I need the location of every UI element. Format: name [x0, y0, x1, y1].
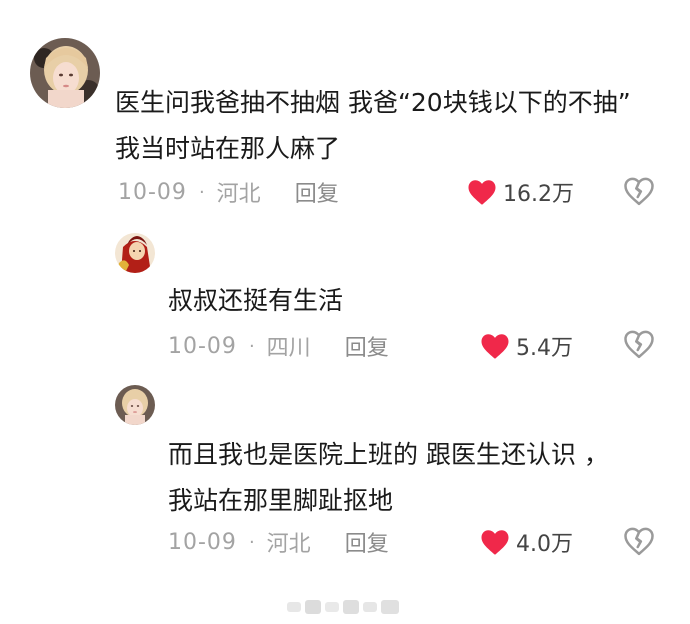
meta-separator: · — [198, 181, 205, 203]
comment-text: 叔叔还挺有生活 — [168, 286, 344, 315]
comment-location: 河北 — [216, 182, 261, 207]
like-button[interactable]: 16.2万 — [467, 175, 574, 209]
like-count: 4.0万 — [516, 532, 573, 557]
comment-meta: 10-09 · 四川 回复 — [168, 329, 389, 363]
broken-heart-icon[interactable] — [624, 330, 654, 360]
comment-date: 10-09 — [118, 179, 187, 205]
heart-icon — [481, 529, 509, 555]
reply-button[interactable]: 回复 — [295, 176, 339, 208]
comment-date: 10-09 — [168, 333, 237, 359]
avatar-blonde-woman-image — [30, 38, 100, 108]
like-count: 5.4万 — [516, 336, 573, 361]
comment-meta: 10-09 · 河北 回复 — [118, 175, 339, 209]
reply-button[interactable]: 回复 — [345, 330, 389, 362]
user-avatar[interactable] — [115, 233, 155, 273]
comment-meta: 10-09 · 河北 回复 — [168, 525, 389, 559]
broken-heart-icon[interactable] — [624, 527, 654, 557]
comment-text: 而且我也是医院上班的 跟医生还认识 ，我站在那里脚趾抠地 — [168, 440, 609, 515]
user-avatar[interactable] — [30, 38, 100, 108]
comment-text: 医生问我爸抽不抽烟 我爸“20块钱以下的不抽” 我当时站在那人麻了 — [115, 88, 639, 163]
comment-location: 河北 — [266, 532, 311, 557]
avatar-red-character-image — [115, 233, 155, 273]
user-avatar[interactable] — [115, 385, 155, 425]
like-button[interactable]: 5.4万 — [480, 329, 573, 363]
like-count: 16.2万 — [503, 182, 574, 207]
comment-location: 四川 — [266, 336, 311, 361]
meta-separator: · — [248, 335, 255, 357]
watermark — [287, 596, 403, 618]
meta-separator: · — [248, 531, 255, 553]
broken-heart-icon[interactable] — [624, 177, 654, 207]
like-button[interactable]: 4.0万 — [480, 525, 573, 559]
reply-button[interactable]: 回复 — [345, 526, 389, 558]
heart-icon — [481, 333, 509, 359]
avatar-blonde-woman-image — [115, 385, 155, 425]
comment-date: 10-09 — [168, 529, 237, 555]
heart-icon — [468, 179, 496, 205]
